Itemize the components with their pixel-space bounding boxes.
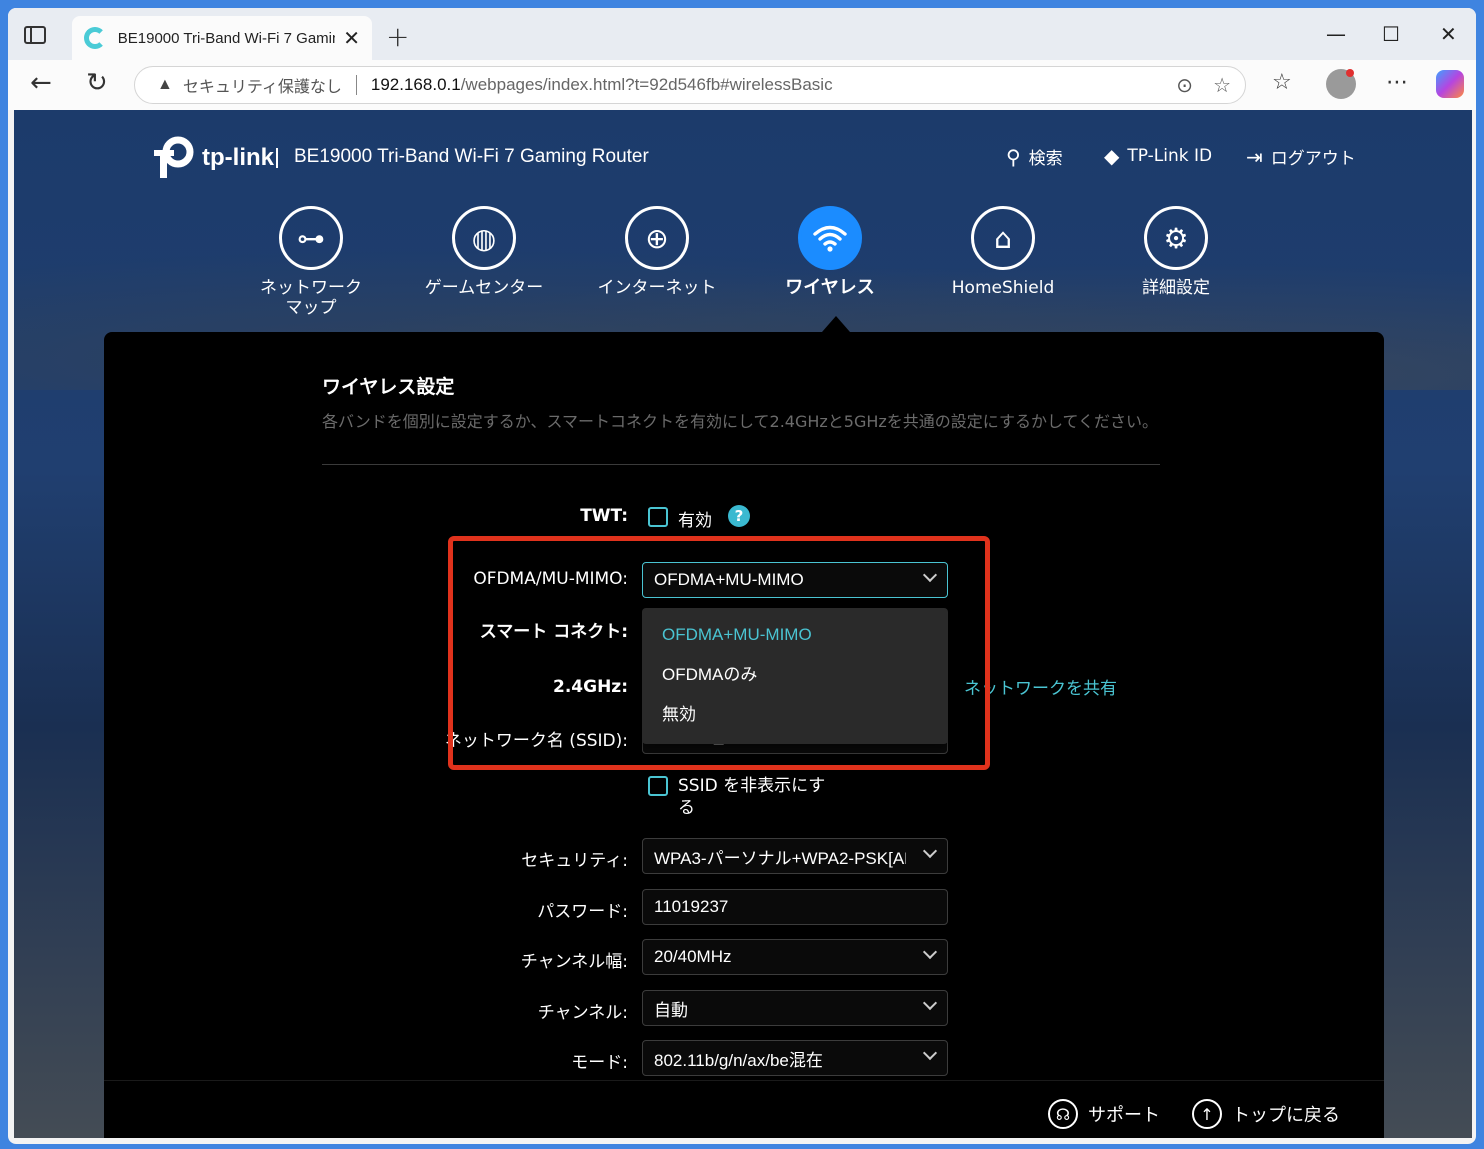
nav-internet[interactable]: ⊕ インターネット	[582, 206, 732, 298]
profile-notification-dot	[1346, 69, 1354, 77]
search-icon: ⚲	[1006, 144, 1021, 169]
security-label: セキュリティ:	[521, 851, 628, 871]
chevron-down-icon	[922, 995, 938, 1011]
logout-link[interactable]: ⇥ ログアウト	[1246, 144, 1356, 170]
back-to-top-label: トップに戻る	[1232, 1105, 1340, 1126]
nav-label-homeshield: HomeShield	[951, 278, 1055, 298]
back-icon[interactable]: ←	[30, 70, 52, 96]
minimize-icon[interactable]: —	[1326, 22, 1346, 46]
nav-wireless[interactable]: ワイヤレス	[755, 206, 905, 298]
mode-value: 802.11b/g/n/ax/be混在	[654, 1050, 823, 1070]
nav-label-internet: インターネット	[597, 278, 717, 298]
mode-label: モード:	[571, 1053, 628, 1073]
section-description: 各バンドを個別に設定するか、スマートコネクトを有効にして2.4GHzと5GHzを…	[322, 412, 1159, 431]
home-shield-icon: ⌂	[971, 206, 1035, 270]
wifi-icon	[798, 206, 862, 270]
channel-width-label: チャンネル幅:	[520, 952, 628, 972]
arrow-up-icon: ↑	[1192, 1099, 1222, 1129]
logout-label: ログアウト	[1270, 149, 1356, 169]
password-input[interactable]: 11019237	[642, 889, 948, 925]
chevron-down-icon	[922, 1045, 938, 1061]
address-bar-actions: ⊙ ☆	[1176, 73, 1231, 98]
main-nav: ⊶ ネットワーク マップ ◍ ゲームセンター ⊕ インターネット ワイヤレス ⌂…	[14, 206, 1472, 326]
chevron-down-icon	[922, 843, 938, 859]
more-menu-icon[interactable]: ⋯	[1386, 70, 1408, 95]
channel-value: 自動	[654, 1000, 688, 1020]
user-diamond-icon: ◆	[1104, 144, 1120, 168]
tplink-id-label: TP-Link ID	[1127, 146, 1213, 166]
tab-bar: BE19000 Tri-Band Wi-Fi 7 Gaming Router ✕…	[8, 8, 1476, 60]
support-label: サポート	[1088, 1105, 1160, 1126]
twt-enable-label: 有効	[678, 511, 712, 531]
browser-toolbar: ← ↻ ▲ セキュリティ保護なし 192.168.0.1/webpages/in…	[8, 60, 1476, 110]
router-page: tp-link BE19000 Tri-Band Wi-Fi 7 Gaming …	[14, 110, 1472, 1138]
reader-icon[interactable]: ⊙	[1176, 73, 1193, 98]
password-value: 11019237	[654, 897, 729, 916]
mode-select[interactable]: 802.11b/g/n/ax/be混在	[642, 1040, 948, 1076]
section-divider	[322, 464, 1160, 465]
globe-icon: ⊕	[625, 206, 689, 270]
hide-ssid-label: SSID を非表示にする	[678, 776, 826, 818]
nav-label-advanced: 詳細設定	[1142, 278, 1210, 298]
tplink-logo-icon	[154, 136, 194, 178]
browser-window: BE19000 Tri-Band Wi-Fi 7 Gaming Router ✕…	[8, 8, 1476, 1144]
maximize-icon[interactable]: ☐	[1382, 22, 1400, 46]
headset-icon: ☊	[1048, 1099, 1078, 1129]
search-label: 検索	[1028, 149, 1063, 169]
gamepad-icon: ◍	[452, 206, 516, 270]
channel-width-value: 20/40MHz	[654, 947, 732, 966]
url-host: 192.168.0.1	[370, 75, 461, 94]
nav-network-map[interactable]: ⊶ ネットワーク マップ	[236, 206, 386, 318]
tab-close-icon[interactable]: ✕	[343, 28, 360, 48]
logout-icon: ⇥	[1246, 144, 1263, 169]
copilot-icon[interactable]	[1436, 70, 1464, 98]
new-tab-button[interactable]: +	[386, 20, 409, 53]
back-to-top-link[interactable]: ↑ トップに戻る	[1192, 1099, 1340, 1129]
nav-label-game-center: ゲームセンター	[424, 278, 544, 298]
page-footer: ☊ サポート ↑ トップに戻る	[104, 1080, 1384, 1138]
nav-game-center[interactable]: ◍ ゲームセンター	[409, 206, 559, 298]
address-bar[interactable]: ▲ セキュリティ保護なし 192.168.0.1/webpages/index.…	[134, 66, 1246, 104]
chevron-down-icon	[922, 944, 938, 960]
window-close-icon[interactable]: ✕	[1440, 22, 1457, 46]
help-icon[interactable]: ?	[728, 505, 750, 527]
hide-ssid-checkbox[interactable]	[648, 776, 668, 796]
search-link[interactable]: ⚲ 検索	[1006, 144, 1063, 170]
settings-panel: ワイヤレス設定 各バンドを個別に設定するか、スマートコネクトを有効にして2.4G…	[104, 332, 1384, 1138]
url-path: /webpages/index.html?t=92d546fb#wireless…	[460, 75, 833, 94]
reload-icon[interactable]: ↻	[86, 70, 108, 96]
browser-tab[interactable]: BE19000 Tri-Band Wi-Fi 7 Gaming Router ✕	[72, 16, 372, 60]
tab-title: BE19000 Tri-Band Wi-Fi 7 Gaming Router	[117, 29, 335, 47]
twt-checkbox[interactable]	[648, 507, 668, 527]
nav-homeshield[interactable]: ⌂ HomeShield	[928, 206, 1078, 298]
brand-logo-text: tp-link	[202, 144, 274, 171]
support-link[interactable]: ☊ サポート	[1048, 1099, 1160, 1129]
channel-select[interactable]: 自動	[642, 990, 948, 1026]
insecure-label: セキュリティ保護なし	[182, 79, 342, 96]
network-map-icon: ⊶	[279, 206, 343, 270]
twt-label: TWT:	[580, 506, 628, 526]
channel-label: チャンネル:	[537, 1003, 628, 1023]
nav-label-network-map: ネットワーク マップ	[260, 278, 362, 318]
tplink-id-link[interactable]: ◆ TP-Link ID	[1104, 144, 1212, 168]
favorites-icon[interactable]: ☆	[1272, 70, 1292, 95]
favorite-star-icon[interactable]: ☆	[1213, 73, 1231, 98]
gear-icon: ⚙	[1144, 206, 1208, 270]
channel-width-select[interactable]: 20/40MHz	[642, 939, 948, 975]
nav-label-wireless: ワイヤレス	[785, 277, 875, 298]
annotation-highlight-box	[448, 536, 990, 770]
header-separator	[276, 148, 278, 168]
address-separator	[355, 75, 357, 95]
tab-actions-icon[interactable]	[24, 26, 46, 44]
security-select[interactable]: WPA3-パーソナル+WPA2-PSK[AES]	[642, 838, 948, 874]
nav-advanced[interactable]: ⚙ 詳細設定	[1101, 206, 1251, 298]
active-nav-pointer	[822, 316, 850, 332]
security-value: WPA3-パーソナル+WPA2-PSK[AES]	[654, 848, 906, 868]
password-label: パスワード:	[537, 902, 628, 922]
router-model-name: BE19000 Tri-Band Wi-Fi 7 Gaming Router	[294, 146, 649, 167]
tplink-favicon-icon	[84, 27, 106, 49]
section-title: ワイヤレス設定	[322, 376, 455, 398]
warning-icon: ▲	[157, 76, 173, 93]
